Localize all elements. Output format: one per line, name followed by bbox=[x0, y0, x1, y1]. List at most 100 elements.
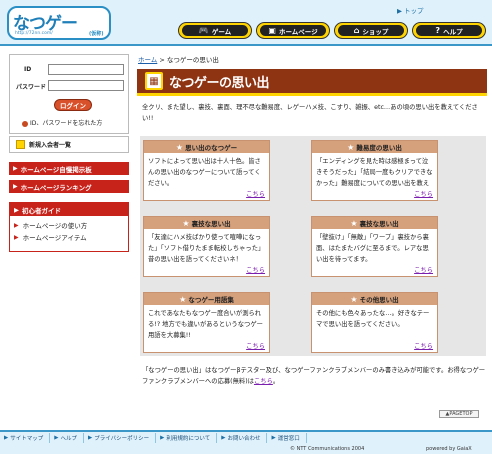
star-icon: ★ bbox=[182, 218, 190, 228]
arrow-right-icon: ▶ bbox=[14, 221, 19, 229]
topic-card-body: 「エンディングを見た時は感極まって泣きそうだった」「結局一度もクリアできなかった… bbox=[316, 158, 433, 187]
footer-links: ▶ サイトマップ ▶ ヘルプ ▶ プライバシーポリシー ▶ 利用規約について ▶ お問い合… bbox=[0, 433, 307, 443]
topic-card-link[interactable]: こちら bbox=[144, 265, 269, 276]
arrow-right-icon: ▶ bbox=[397, 7, 402, 15]
star-icon: ★ bbox=[350, 218, 358, 228]
logo-tag: (仮称) bbox=[89, 31, 104, 37]
login-button[interactable]: ログイン bbox=[54, 99, 92, 111]
topic-card-title: なつゲー用語集 bbox=[188, 296, 234, 304]
arrow-right-icon: ▶ bbox=[14, 233, 19, 241]
site-header: なつゲー http://72nn.com/ (仮称) ▶ トップ 🎮 ゲーム ▣ ホー… bbox=[0, 0, 492, 46]
star-icon: ★ bbox=[350, 294, 358, 304]
beginner-guide: ▶ 初心者ガイド ▶ ホームページの使い方 ▶ ホームページアイテム bbox=[9, 202, 129, 252]
nav-game-button[interactable]: 🎮 ゲーム bbox=[178, 22, 252, 39]
arrow-right-icon: ▶ bbox=[88, 435, 93, 441]
topic-card: ★ 難易度の思い出 「エンディングを見た時は感極まって泣きそうだった」「結局一度も… bbox=[311, 140, 438, 201]
bullet-icon bbox=[22, 120, 28, 127]
arrow-right-icon: ▶ bbox=[160, 435, 165, 441]
beginner-guide-header: ▶ 初心者ガイド bbox=[10, 203, 128, 216]
nav-homepage-label: ホームページ bbox=[278, 27, 318, 36]
topic-card-body: これであなたもなつゲー度合いが測られる!? 地方でも違いがあるというなつゲー用語… bbox=[148, 310, 263, 339]
beginner-guide-title: 初心者ガイド bbox=[22, 206, 61, 215]
password-label: パスワード bbox=[16, 84, 47, 91]
top-link[interactable]: ▶ トップ bbox=[397, 5, 424, 15]
topic-card: ★ なつゲー用語集 これであなたもなつゲー度合いが測られる!? 地方でも違いがある… bbox=[143, 292, 270, 353]
nav-shop-button[interactable]: ⌂ ショップ bbox=[334, 22, 408, 39]
homepage-ranking-link[interactable]: ▶ ホームページランキング bbox=[9, 180, 129, 193]
nav-help-label: ヘルプ bbox=[443, 27, 463, 36]
breadcrumb-separator: > bbox=[157, 56, 167, 64]
forgot-password-link[interactable]: ID、パスワードを忘れた方 bbox=[22, 118, 102, 127]
star-icon: ★ bbox=[347, 142, 355, 152]
footer-link-privacy[interactable]: ▶ プライバシーポリシー bbox=[84, 433, 157, 443]
membership-note-text: 「なつゲーの思い出」はなつゲーβテスター及び、なつゲーファンクラブメンバーのみ書… bbox=[142, 367, 486, 385]
footer-link-help[interactable]: ▶ ヘルプ bbox=[50, 433, 84, 443]
topic-card-header: ★ その他思い出 bbox=[312, 293, 437, 305]
homepage-ranking-label: ホームページランキング bbox=[20, 183, 92, 192]
topic-card-title: 裏技な思い出 bbox=[359, 220, 399, 228]
site-footer: ▶ サイトマップ ▶ ヘルプ ▶ プライバシーポリシー ▶ 利用規約について ▶ お問い合… bbox=[0, 430, 492, 454]
nav-homepage-button[interactable]: ▣ ホームページ bbox=[256, 22, 330, 39]
page-title: なつゲーの思い出 bbox=[169, 75, 270, 91]
arrow-right-icon: ▶ bbox=[4, 435, 9, 441]
help-icon: ? bbox=[435, 26, 441, 35]
guide-item-label: ホームページアイテム bbox=[22, 234, 87, 242]
breadcrumb-home-link[interactable]: ホーム bbox=[138, 56, 157, 64]
topic-card-link[interactable]: こちら bbox=[312, 341, 437, 352]
homepage-board-label: ホームページ自慢掲示板 bbox=[20, 165, 92, 174]
topic-card-link[interactable]: こちら bbox=[144, 189, 269, 200]
site-logo[interactable]: なつゲー http://72nn.com/ (仮称) bbox=[7, 6, 111, 40]
nav-game-label: ゲーム bbox=[211, 27, 232, 36]
guide-item-label: ホームページの使い方 bbox=[22, 222, 88, 230]
topic-card-header: ★ 難易度の思い出 bbox=[312, 141, 437, 153]
id-input[interactable] bbox=[48, 64, 124, 75]
arrow-right-icon: ▶ bbox=[14, 205, 19, 214]
arrow-right-icon: ▶ bbox=[221, 435, 226, 441]
shop-icon: ⌂ bbox=[353, 26, 360, 35]
powered-by: powered by GaiaX bbox=[426, 446, 472, 452]
new-members-link[interactable]: 新規入会者一覧 bbox=[9, 136, 129, 153]
topic-card-link[interactable]: こちら bbox=[312, 265, 437, 276]
footer-link-label: 利用規約について bbox=[166, 436, 211, 442]
star-icon: ★ bbox=[175, 142, 184, 152]
star-icon: ★ bbox=[179, 294, 187, 304]
new-members-label: 新規入会者一覧 bbox=[29, 142, 72, 149]
homepage-board-link[interactable]: ▶ ホームページ自慢掲示板 bbox=[9, 162, 129, 175]
footer-link-terms[interactable]: ▶ 利用規約について bbox=[156, 433, 218, 443]
membership-note: 「なつゲーの思い出」はなつゲーβテスター及び、なつゲーファンクラブメンバーのみ書… bbox=[142, 365, 487, 387]
pagetop-label: PAGETOP bbox=[449, 411, 473, 417]
login-box: ID パスワード ログイン ID、パスワードを忘れた方 bbox=[9, 54, 129, 134]
topic-card-header: ★ 裏技な思い出 bbox=[144, 217, 269, 229]
topic-card-link[interactable]: こちら bbox=[312, 189, 437, 200]
topic-card-body: 「友達にハメ技ばかり使って喧嘩になった」「ソフト借りたまま転校しちゃった」昔の思… bbox=[148, 234, 265, 263]
logo-url: http://72nn.com/ bbox=[15, 31, 53, 36]
footer-link-sitemap[interactable]: ▶ サイトマップ bbox=[0, 433, 51, 443]
topic-card: ★ 裏技な思い出 「友達にハメ技ばかり使って喧嘩になった」「ソフト借りたまま転校し… bbox=[143, 216, 270, 277]
breadcrumb-current: なつゲーの思い出 bbox=[166, 56, 219, 64]
top-link-label: トップ bbox=[404, 7, 424, 15]
copyright: © NTT Communications 2004 bbox=[290, 446, 365, 452]
nav-help-button[interactable]: ? ヘルプ bbox=[412, 22, 486, 39]
guide-item-items[interactable]: ▶ ホームページアイテム bbox=[10, 231, 128, 243]
topic-card-title: 裏技な思い出 bbox=[191, 220, 231, 228]
arrow-right-icon: ▶ bbox=[271, 435, 276, 441]
topic-card-header: ★ 思い出のなつゲー bbox=[144, 141, 269, 153]
topic-grid: ★ 思い出のなつゲー ソフトによって思い出は十人十色。皆さんの思い出のなつゲーにつ… bbox=[140, 136, 486, 356]
breadcrumb: ホーム > なつゲーの思い出 bbox=[138, 54, 219, 64]
page-title-bar: ▦ なつゲーの思い出 bbox=[137, 69, 487, 96]
topic-card-title: その他思い出 bbox=[359, 296, 399, 304]
footer-link-operator[interactable]: ▶ 運営窓口 bbox=[267, 433, 307, 443]
footer-link-label: サイトマップ bbox=[10, 436, 44, 442]
id-label: ID bbox=[24, 66, 32, 73]
footer-link-label: お問い合わせ bbox=[227, 436, 261, 442]
pagetop-button[interactable]: ▲ PAGETOP bbox=[439, 410, 479, 418]
topic-card-body: 「壁抜け」「無敵」「ワープ」裏技から裏面、はたまたバグに至るまで。レアな思い出を… bbox=[316, 234, 429, 263]
guide-item-howto[interactable]: ▶ ホームページの使い方 bbox=[10, 219, 128, 231]
topic-card-link[interactable]: こちら bbox=[144, 341, 269, 352]
topic-card-title: 難易度の思い出 bbox=[356, 144, 402, 152]
membership-note-link[interactable]: こちら bbox=[254, 378, 273, 385]
footer-link-label: プライバシーポリシー bbox=[94, 436, 150, 442]
footer-link-contact[interactable]: ▶ お問い合わせ bbox=[217, 433, 268, 443]
password-input[interactable] bbox=[48, 80, 124, 91]
topic-card-body: その他にも色々あったな…。好きなテーマで思い出を語ってください。 bbox=[316, 310, 430, 328]
